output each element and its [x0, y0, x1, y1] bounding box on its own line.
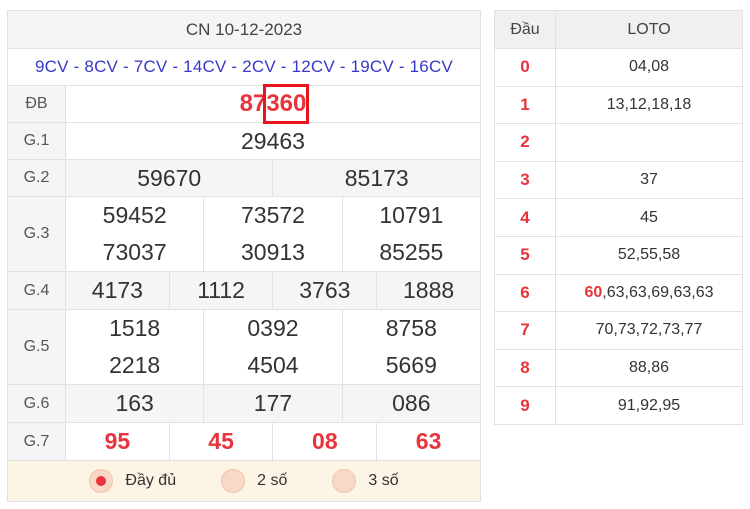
loto-row: 0 04,08	[494, 48, 743, 87]
prize-g4-value: 1112	[168, 271, 274, 310]
loto-values-text: 13,12,18,18	[606, 95, 692, 113]
special-prize: 87360	[65, 84, 481, 124]
prize-g5-cell: 0392 4504	[203, 309, 343, 385]
prize-g7-value: 95	[65, 422, 170, 461]
prize-g7-value: 45	[168, 422, 274, 461]
prize-label-g3: G.3	[7, 196, 66, 272]
prize-g5-value: 1518	[109, 315, 161, 341]
loto-values-text: 04,08	[628, 58, 670, 76]
prize-g2-value: 59670	[64, 159, 274, 197]
loto-values: 70,73,72,73,77	[555, 311, 743, 350]
loto-head-digit: 2	[494, 123, 556, 162]
prize-g3-cell: 59452 73037	[64, 196, 205, 272]
prize-g3-value: 73037	[102, 239, 167, 265]
loto-values: 60,63,63,69,63,63	[555, 273, 743, 313]
prize-g2-value: 85173	[272, 159, 481, 197]
prize-g4-value: 1888	[376, 271, 481, 310]
loto-row: 1 13,12,18,18	[494, 85, 743, 125]
prize-label-g6: G.6	[7, 384, 66, 423]
draw-codes: 9CV - 8CV - 7CV - 14CV - 2CV - 12CV - 19…	[7, 48, 481, 86]
loto-values-text: ,63,63,69,63,63	[602, 283, 714, 301]
option-2-digits[interactable]: 2 số	[221, 469, 287, 493]
prize-label-db: ĐB	[7, 85, 66, 123]
loto-head-digit: 1	[494, 85, 556, 125]
prize-g3-cell: 73572 30913	[203, 196, 343, 272]
loto-values: 45	[555, 198, 743, 237]
loto-values-text: 88,86	[628, 359, 670, 377]
loto-table: Đầu LOTO 0 04,08 1 13,12,18,18 2 3 37 4 …	[494, 10, 743, 425]
loto-head-digit: 3	[494, 160, 556, 200]
prize-g5-value: 0392	[247, 315, 299, 341]
prize-label-g2: G.2	[7, 159, 66, 197]
prize-g6-value: 163	[64, 384, 205, 423]
loto-values-text: 52,55,58	[617, 246, 681, 264]
results-table: CN 10-12-2023 9CV - 8CV - 7CV - 14CV - 2…	[7, 10, 482, 461]
loto-row: 7 70,73,72,73,77	[494, 311, 743, 350]
loto-head-digit: 9	[494, 386, 556, 425]
loto-values: 52,55,58	[555, 235, 743, 275]
loto-head-digit: 0	[494, 48, 556, 87]
loto-row: 5 52,55,58	[494, 235, 743, 275]
loto-row: 6 60,63,63,69,63,63	[494, 273, 743, 313]
loto-values-text: 45	[640, 208, 658, 226]
loto-values: 88,86	[555, 348, 743, 388]
prize-g5-value: 5669	[385, 352, 437, 378]
prize-g5-value: 4504	[247, 352, 299, 378]
prize-g5-cell: 8758 5669	[341, 309, 482, 385]
radio-icon[interactable]	[332, 469, 357, 493]
prize-label-g7: G.7	[7, 422, 66, 461]
loto-values: 04,08	[555, 48, 743, 87]
loto-values: 91,92,95	[555, 386, 743, 425]
loto-header-dau: Đầu	[494, 10, 556, 49]
prize-g3-value: 73572	[240, 202, 305, 228]
prize-label-g5: G.5	[7, 309, 66, 385]
prize-g7-value: 08	[272, 422, 378, 461]
loto-values-text: 70,73,72,73,77	[595, 321, 703, 339]
option-full[interactable]: Đầy đủ	[89, 469, 176, 493]
prize-g5-value: 8758	[385, 315, 437, 341]
prize-g3-value: 59452	[102, 202, 167, 228]
loto-head-digit: 4	[494, 198, 556, 237]
prize-g3-value: 10791	[379, 202, 444, 228]
radio-icon-selected[interactable]	[89, 469, 114, 493]
loto-head-digit: 5	[494, 235, 556, 275]
display-options: Đầy đủ 2 số 3 số	[7, 461, 481, 502]
loto-row: 9 91,92,95	[494, 386, 743, 425]
loto-values-text: 91,92,95	[617, 396, 681, 414]
draw-date: CN 10-12-2023	[7, 10, 481, 49]
prize-g5-cell: 1518 2218	[64, 309, 205, 385]
loto-header-loto: LOTO	[555, 10, 743, 49]
prize-g6-value: 086	[341, 384, 482, 423]
loto-row: 2	[494, 123, 743, 162]
loto-values-text: 37	[640, 171, 658, 189]
loto-head-digit: 6	[494, 273, 556, 313]
special-prize-prefix: 87	[239, 90, 267, 117]
loto-head-digit: 7	[494, 311, 556, 350]
option-full-label: Đầy đủ	[125, 472, 177, 489]
loto-row: 4 45	[494, 198, 743, 237]
option-3-digits[interactable]: 3 số	[332, 469, 399, 493]
radio-icon[interactable]	[221, 469, 246, 493]
loto-highlight: 60	[584, 283, 603, 301]
loto-values	[555, 123, 743, 162]
option-2-digits-label: 2 số	[257, 472, 288, 489]
prize-g1-value: 29463	[65, 122, 481, 160]
prize-g5-value: 2218	[109, 352, 161, 378]
loto-row: 3 37	[494, 160, 743, 200]
prize-g4-value: 4173	[65, 271, 170, 310]
prize-label-g1: G.1	[7, 122, 66, 160]
prize-g4-value: 3763	[272, 271, 378, 310]
prize-g3-value: 85255	[379, 239, 444, 265]
prize-g3-value: 30913	[240, 239, 305, 265]
prize-g3-cell: 10791 85255	[341, 196, 482, 272]
loto-head-digit: 8	[494, 348, 556, 388]
loto-values: 37	[555, 160, 743, 200]
loto-row: 8 88,86	[494, 348, 743, 388]
option-3-digits-label: 3 số	[368, 472, 399, 489]
special-prize-highlight: 360	[263, 84, 310, 124]
loto-values: 13,12,18,18	[555, 85, 743, 125]
prize-g7-value: 63	[376, 422, 481, 461]
prize-label-g4: G.4	[7, 271, 66, 310]
prize-g6-value: 177	[203, 384, 343, 423]
